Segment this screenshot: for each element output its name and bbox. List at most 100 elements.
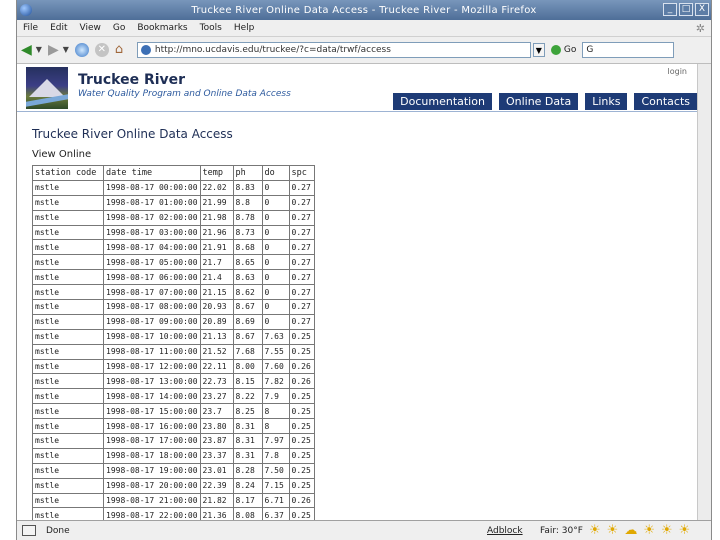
cell-date-time: 1998-08-17 20:00:00 — [103, 477, 201, 494]
site-subtitle: Water Quality Program and Online Data Ac… — [78, 89, 291, 99]
home-icon[interactable]: ⌂ — [115, 43, 131, 57]
forward-arrow-icon[interactable]: ▶ — [48, 40, 59, 60]
cell-ph: 8.68 — [232, 239, 263, 256]
table-row: mstle 1998-08-17 15:00:00 23.7 8.25 8 0.25 — [32, 403, 315, 420]
cell-spc: 0.27 — [288, 313, 315, 330]
header-divider — [17, 111, 697, 112]
forward-history-dropdown-icon[interactable]: ▼ — [63, 40, 69, 60]
cell-ph: 8.00 — [232, 358, 263, 375]
cell-date-time: 1998-08-17 01:00:00 — [103, 194, 201, 211]
cell-ph: 8.83 — [232, 179, 263, 196]
menu-go[interactable]: Go — [107, 23, 131, 33]
stop-icon[interactable]: ✕ — [94, 43, 109, 57]
cell-date-time: 1998-08-17 03:00:00 — [103, 224, 201, 241]
nav-documentation[interactable]: Documentation — [393, 93, 492, 110]
weather-label[interactable]: Fair: 30°F — [540, 526, 583, 536]
cell-date-time: 1998-08-17 08:00:00 — [103, 299, 201, 315]
cell-do: 8 — [261, 403, 290, 420]
throbber-icon: ✲ — [695, 22, 705, 35]
menu-file[interactable]: File — [17, 23, 44, 33]
cell-temp: 22.73 — [199, 373, 234, 390]
table-row: mstle 1998-08-17 03:00:00 21.96 8.73 0 0.27 — [32, 224, 315, 241]
nav-links[interactable]: Links — [585, 93, 628, 110]
cell-date-time: 1998-08-17 06:00:00 — [103, 269, 201, 286]
cell-do: 0 — [261, 209, 290, 226]
cell-station-code: mstle — [32, 209, 104, 226]
weather-forecast[interactable]: ☀ ☀ ☁ ☀ ☀ ☀ — [589, 523, 690, 538]
cell-do: 6.37 — [261, 507, 290, 520]
column-header-ph: ph — [232, 165, 263, 181]
column-header-date-time: date time — [103, 165, 201, 181]
page-content: Truckee River Water Quality Program and … — [17, 64, 697, 520]
menu-tools[interactable]: Tools — [194, 23, 228, 33]
cell-date-time: 1998-08-17 07:00:00 — [103, 284, 201, 301]
cell-spc: 0.25 — [288, 477, 315, 494]
cell-date-time: 1998-08-17 05:00:00 — [103, 254, 201, 271]
cell-date-time: 1998-08-17 21:00:00 — [103, 492, 201, 509]
cell-temp: 21.36 — [199, 507, 234, 520]
table-row: mstle 1998-08-17 01:00:00 21.99 8.8 0 0.27 — [32, 194, 315, 211]
nav-contacts[interactable]: Contacts — [634, 93, 697, 110]
table-row: mstle 1998-08-17 10:00:00 21.13 8.67 7.63 0.2… — [32, 328, 315, 345]
cell-spc: 0.27 — [288, 179, 315, 196]
cell-ph: 8.65 — [232, 254, 263, 271]
cell-date-time: 1998-08-17 22:00:00 — [103, 507, 201, 520]
table-header-row: station code date time temp ph do spc — [32, 165, 315, 181]
section-title: View Online — [32, 149, 92, 160]
vertical-scrollbar[interactable] — [697, 64, 711, 520]
menu-view[interactable]: View — [74, 23, 107, 33]
cell-station-code: mstle — [32, 507, 104, 520]
table-row: mstle 1998-08-17 08:00:00 20.93 8.67 0 0.27 — [32, 299, 315, 315]
cell-do: 7.60 — [261, 358, 290, 375]
cell-date-time: 1998-08-17 14:00:00 — [103, 388, 201, 405]
table-row: mstle 1998-08-17 12:00:00 22.11 8.00 7.60 0.2… — [32, 358, 315, 375]
cell-ph: 8.22 — [232, 388, 263, 405]
site-nav: Documentation Online Data Links Contacts — [393, 93, 697, 110]
cell-spc: 0.27 — [288, 194, 315, 211]
column-header-spc: spc — [288, 165, 315, 181]
minimize-button[interactable]: _ — [663, 3, 677, 16]
cell-spc: 0.27 — [288, 224, 315, 241]
back-arrow-icon[interactable]: ◀ — [21, 40, 32, 60]
cell-temp: 22.11 — [199, 358, 234, 375]
menu-help[interactable]: Help — [228, 23, 261, 33]
menu-edit[interactable]: Edit — [44, 23, 73, 33]
back-history-dropdown-icon[interactable]: ▼ — [36, 40, 42, 60]
close-button[interactable]: X — [695, 3, 709, 16]
table-row: mstle 1998-08-17 13:00:00 22.73 8.15 7.82 0.2… — [32, 373, 315, 390]
cell-do: 0 — [261, 269, 290, 286]
cell-ph: 8.62 — [232, 284, 263, 301]
status-bar: Done Adblock Fair: 30°F ☀ ☀ ☁ ☀ ☀ ☀ — [17, 520, 711, 540]
cell-ph: 8.31 — [232, 418, 263, 435]
menu-bookmarks[interactable]: Bookmarks — [131, 23, 193, 33]
cell-date-time: 1998-08-17 12:00:00 — [103, 358, 201, 375]
go-button[interactable]: Go — [550, 45, 576, 55]
cell-spc: 0.27 — [288, 299, 315, 315]
address-bar[interactable]: http://mno.ucdavis.edu/truckee/?c=data/t… — [136, 42, 531, 58]
cell-station-code: mstle — [32, 328, 104, 345]
reload-icon[interactable] — [74, 43, 89, 57]
nav-online-data[interactable]: Online Data — [498, 93, 579, 110]
cell-ph: 8.28 — [232, 462, 263, 479]
cell-temp: 23.27 — [199, 388, 234, 405]
address-dropdown-icon[interactable]: ▼ — [532, 43, 545, 57]
login-link[interactable]: login — [668, 67, 688, 76]
table-body: mstle 1998-08-17 00:00:00 22.02 8.83 0 0.27 ms… — [32, 179, 315, 520]
column-header-station-code: station code — [32, 165, 104, 181]
maximize-button[interactable]: □ — [679, 3, 693, 16]
cell-station-code: mstle — [32, 418, 104, 435]
cell-ph: 8.24 — [232, 477, 263, 494]
cell-do: 0 — [261, 239, 290, 256]
cell-temp: 20.89 — [199, 313, 234, 330]
cell-do: 0 — [261, 224, 290, 241]
status-text: Done — [46, 525, 70, 536]
sun-icon: ☀ — [606, 523, 619, 538]
cell-temp: 21.13 — [199, 328, 234, 345]
cell-ph: 8.17 — [232, 492, 263, 509]
cell-date-time: 1998-08-17 00:00:00 — [103, 179, 201, 196]
adblock-link[interactable]: Adblock — [487, 526, 523, 536]
cell-station-code: mstle — [32, 254, 104, 271]
cell-do: 0 — [261, 284, 290, 301]
search-input[interactable]: G — [582, 42, 675, 58]
cell-temp: 21.91 — [199, 239, 234, 256]
